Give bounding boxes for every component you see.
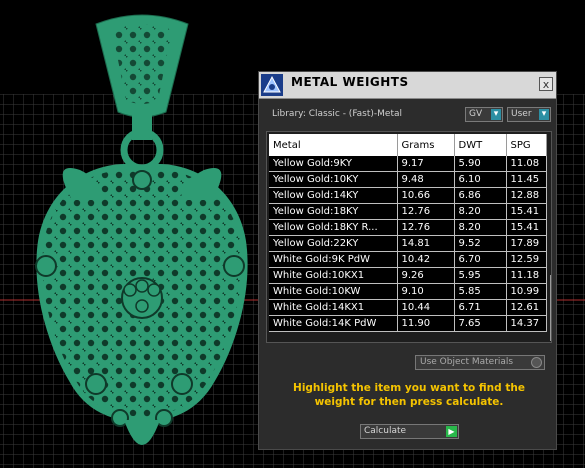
table-cell: 10.66 — [397, 187, 455, 204]
gv-select[interactable]: GV ▾ — [465, 107, 503, 122]
table-cell: 12.59 — [506, 251, 547, 268]
user-select-value: User — [511, 109, 532, 119]
table-cell: 15.41 — [506, 203, 547, 220]
table-cell: 9.52 — [454, 235, 507, 252]
table-cell: 9.26 — [397, 267, 455, 284]
use-object-materials-label: Use Object Materials — [420, 357, 514, 367]
table-cell: 5.95 — [454, 267, 507, 284]
library-label: Library: Classic - (Fast)-Metal — [272, 109, 403, 119]
table-row[interactable]: White Gold:10KX1 9.26 5.95 11.18 — [269, 267, 547, 284]
table-cell: White Gold:14KX1 — [269, 299, 398, 316]
table-cell: 8.20 — [454, 203, 507, 220]
table-cell: 14.37 — [506, 315, 547, 332]
table-cell: 10.99 — [506, 283, 547, 300]
close-icon[interactable]: x — [539, 77, 553, 91]
table-row[interactable]: Yellow Gold:10KY 9.48 6.10 11.45 — [269, 171, 547, 188]
app-icon — [261, 74, 283, 96]
table-cell: Yellow Gold:22KY — [269, 235, 398, 252]
table-cell: 14.81 — [397, 235, 455, 252]
table-cell: White Gold:9K PdW — [269, 251, 398, 268]
table-cell: 17.89 — [506, 235, 547, 252]
table-cell: 12.76 — [397, 203, 455, 220]
table-cell: 15.41 — [506, 219, 547, 236]
hint-text: Highlight the item you want to find the … — [293, 382, 525, 408]
table-cell: 12.76 — [397, 219, 455, 236]
table-cell: 5.85 — [454, 283, 507, 300]
table-cell: 12.61 — [506, 299, 547, 316]
table-cell: White Gold:10KW — [269, 283, 398, 300]
gv-select-value: GV — [469, 109, 483, 119]
calculate-label: Calculate — [364, 426, 407, 436]
table-row[interactable]: White Gold:14K PdW 11.90 7.65 14.37 — [269, 315, 547, 332]
table-row[interactable]: Yellow Gold:22KY 14.81 9.52 17.89 — [269, 235, 547, 252]
table-cell: Yellow Gold:18KY R... — [269, 219, 398, 236]
table-cell: 8.20 — [454, 219, 507, 236]
table-cell: 11.08 — [506, 156, 547, 172]
table-row[interactable]: White Gold:14KX1 10.44 6.71 12.61 — [269, 299, 547, 316]
table-header-row: Metal Grams DWT SPG — [269, 134, 547, 156]
table-row[interactable]: Yellow Gold:18KY 12.76 8.20 15.41 — [269, 203, 547, 220]
column-header-grams[interactable]: Grams — [397, 134, 455, 156]
column-header-metal[interactable]: Metal — [269, 134, 398, 156]
table-row[interactable]: Yellow Gold:18KY R... 12.76 8.20 15.41 — [269, 219, 547, 236]
table-cell: 5.90 — [454, 156, 507, 172]
table-cell: Yellow Gold:14KY — [269, 187, 398, 204]
metal-weights-table: Metal Grams DWT SPG Yellow Gold:9KY 9.17 5… — [269, 134, 547, 332]
dialog-title: METAL WEIGHTS — [291, 75, 409, 89]
table-cell: 11.45 — [506, 171, 547, 188]
table-cell: Yellow Gold:10KY — [269, 171, 398, 188]
table-cell: 6.70 — [454, 251, 507, 268]
table-cell: 9.17 — [397, 156, 455, 172]
table-cell: 6.86 — [454, 187, 507, 204]
calculate-button[interactable]: Calculate ▶ — [360, 424, 459, 439]
table-row[interactable]: White Gold:10KW 9.10 5.85 10.99 — [269, 283, 547, 300]
table-cell: White Gold:10KX1 — [269, 267, 398, 284]
table-cell: 10.42 — [397, 251, 455, 268]
vertical-scrollbar[interactable] — [550, 275, 551, 341]
table-cell: Yellow Gold:9KY — [269, 156, 398, 172]
table-cell: 6.10 — [454, 171, 507, 188]
column-header-dwt[interactable]: DWT — [454, 134, 507, 156]
table-cell: White Gold:14K PdW — [269, 315, 398, 332]
table-cell: 9.48 — [397, 171, 455, 188]
table-cell: 9.10 — [397, 283, 455, 300]
table-row[interactable]: White Gold:9K PdW 10.42 6.70 12.59 — [269, 251, 547, 268]
dialog-titlebar[interactable]: METAL WEIGHTS x — [259, 72, 556, 99]
toggle-knob-icon — [531, 357, 542, 368]
table-cell: Yellow Gold:18KY — [269, 203, 398, 220]
metal-table-container[interactable]: Metal Grams DWT SPG Yellow Gold:9KY 9.17 5… — [266, 131, 552, 343]
chevron-down-icon: ▾ — [539, 109, 549, 120]
user-select[interactable]: User ▾ — [507, 107, 551, 122]
table-row[interactable]: Yellow Gold:14KY 10.66 6.86 12.88 — [269, 187, 547, 204]
table-cell: 11.18 — [506, 267, 547, 284]
table-cell: 10.44 — [397, 299, 455, 316]
table-cell: 7.65 — [454, 315, 507, 332]
column-header-spg[interactable]: SPG — [506, 134, 547, 156]
metal-weights-dialog[interactable]: METAL WEIGHTS x Library: Classic - (Fast… — [258, 71, 557, 450]
use-object-materials-toggle[interactable]: Use Object Materials — [415, 355, 545, 370]
play-icon: ▶ — [446, 426, 457, 437]
table-cell: 12.88 — [506, 187, 547, 204]
table-cell: 11.90 — [397, 315, 455, 332]
table-row[interactable]: Yellow Gold:9KY 9.17 5.90 11.08 — [269, 156, 547, 172]
table-cell: 6.71 — [454, 299, 507, 316]
chevron-down-icon: ▾ — [491, 109, 501, 120]
